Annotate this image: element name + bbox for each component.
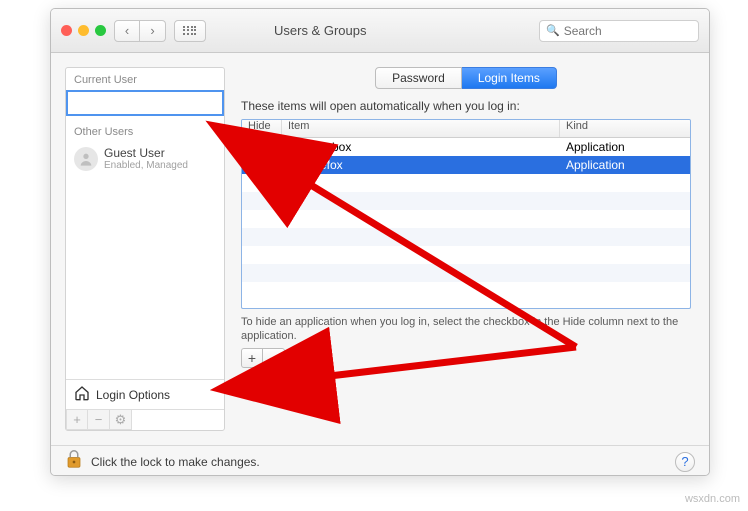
remove-user-button[interactable]: − [88, 410, 110, 430]
table-row-empty [242, 174, 690, 192]
item-name: Dropbox [306, 140, 351, 154]
forward-button[interactable]: › [140, 20, 166, 42]
login-options-button[interactable]: Login Options [66, 379, 224, 410]
zoom-icon[interactable] [95, 25, 106, 36]
table-row-empty [242, 228, 690, 246]
main-panel: Password Login Items These items will op… [235, 53, 709, 445]
hide-note: To hide an application when you log in, … [241, 315, 691, 344]
table-body: Dropbox Application Firefox Application [242, 138, 690, 300]
avatar-icon [74, 147, 98, 171]
hide-checkbox[interactable] [256, 157, 269, 170]
traffic-lights [61, 25, 106, 36]
remove-item-button[interactable]: − [263, 348, 285, 368]
add-remove-controls: + − [241, 348, 691, 368]
search-field[interactable]: 🔍 [539, 20, 699, 42]
prefs-window: ‹ › Users & Groups 🔍 Current User Other … [50, 8, 710, 476]
table-row-empty [242, 282, 690, 300]
tab-bar: Password Login Items [241, 67, 691, 89]
col-kind[interactable]: Kind [560, 120, 690, 137]
sidebar: Current User Other Users Guest User Enab… [65, 67, 225, 431]
lock-button[interactable] [65, 448, 83, 475]
watermark: wsxdn.com [685, 493, 740, 505]
dropbox-icon [288, 140, 302, 154]
col-hide[interactable]: Hide [242, 120, 282, 137]
login-items-table: Hide Item Kind Dropbox Application [241, 119, 691, 309]
table-header: Hide Item Kind [242, 120, 690, 138]
table-row[interactable]: Dropbox Application [242, 138, 690, 156]
guest-user-name: Guest User [104, 146, 188, 160]
window-title: Users & Groups [274, 23, 366, 38]
sidebar-section-other: Other Users [66, 120, 224, 142]
table-row-empty [242, 246, 690, 264]
add-item-button[interactable]: + [241, 348, 263, 368]
item-kind: Application [560, 158, 690, 172]
table-row-empty [242, 192, 690, 210]
table-row-empty [242, 210, 690, 228]
hide-checkbox[interactable] [256, 139, 269, 152]
sidebar-current-user[interactable] [66, 90, 224, 116]
firefox-icon [288, 158, 302, 172]
add-user-button[interactable]: + [66, 410, 88, 430]
table-row[interactable]: Firefox Application [242, 156, 690, 174]
login-options-label: Login Options [96, 388, 170, 402]
nav-back-forward: ‹ › [114, 20, 166, 42]
minimize-icon[interactable] [78, 25, 89, 36]
footer: Click the lock to make changes. ? [51, 445, 709, 476]
gear-button[interactable]: ⚙ [110, 410, 132, 430]
body: Current User Other Users Guest User Enab… [51, 53, 709, 445]
back-button[interactable]: ‹ [114, 20, 140, 42]
toolbar: ‹ › Users & Groups 🔍 [51, 9, 709, 53]
item-name: Firefox [306, 158, 343, 172]
grid-icon [183, 26, 197, 36]
col-item[interactable]: Item [282, 120, 560, 137]
tab-login-items[interactable]: Login Items [462, 67, 557, 89]
guest-user-sub: Enabled, Managed [104, 160, 188, 171]
tab-password[interactable]: Password [375, 67, 462, 89]
search-input[interactable] [564, 24, 710, 38]
close-icon[interactable] [61, 25, 72, 36]
lock-icon [65, 448, 83, 470]
footer-text: Click the lock to make changes. [91, 455, 667, 469]
sidebar-section-current: Current User [66, 68, 224, 90]
show-all-button[interactable] [174, 20, 206, 42]
gear-icon: ⚙ [115, 412, 127, 427]
house-icon [74, 385, 90, 404]
help-button[interactable]: ? [675, 452, 695, 472]
sidebar-item-guest[interactable]: Guest User Enabled, Managed [66, 142, 224, 175]
sidebar-controls: + − ⚙ [66, 410, 224, 430]
login-items-desc: These items will open automatically when… [241, 99, 691, 113]
table-row-empty [242, 264, 690, 282]
search-icon: 🔍 [546, 24, 560, 37]
item-kind: Application [560, 140, 690, 154]
